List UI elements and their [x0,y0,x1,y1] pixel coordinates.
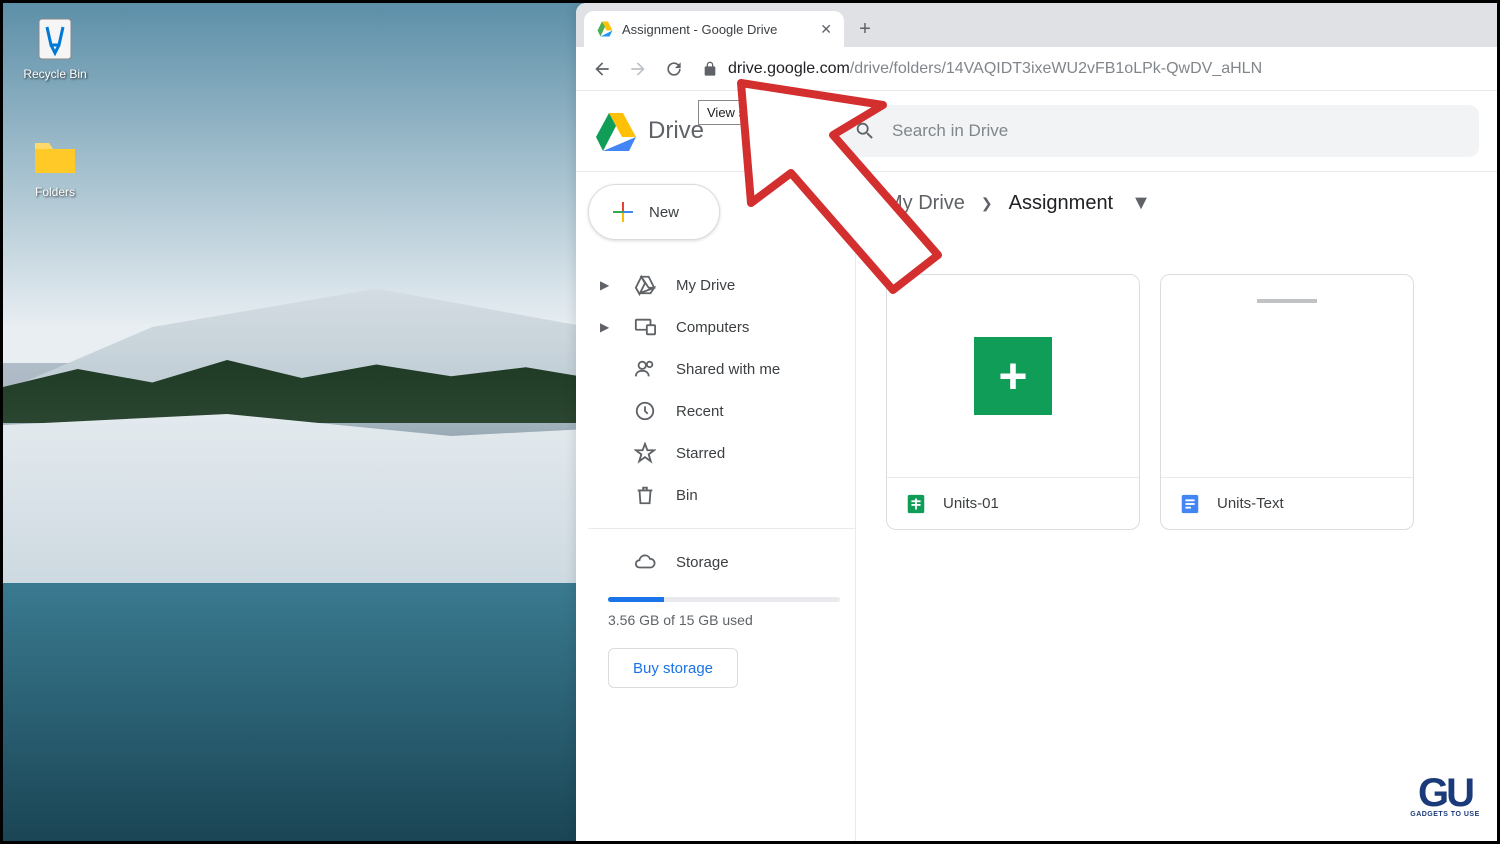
url-input[interactable]: drive.google.com/drive/folders/14VAQIDT3… [702,60,1487,78]
sidebar-item-label: Storage [676,554,729,571]
url-domain: drive.google.com [728,60,850,78]
content-area: My Drive ❯ Assignment ▼ Files + Units-01 [856,172,1497,841]
arrow-left-icon [592,59,612,79]
expand-icon[interactable]: ▶ [600,320,614,334]
drive-product-name: Drive [648,117,704,145]
drive-icon [634,274,656,296]
sidebar-item-label: Bin [676,487,698,504]
sidebar-item-storage[interactable]: Storage [588,541,855,583]
browser-tab[interactable]: Assignment - Google Drive ✕ [584,11,844,47]
file-preview: + [887,275,1139,477]
star-icon [634,442,656,464]
new-tab-button[interactable]: + [844,11,886,47]
desktop-icon-label: Folders [35,185,75,199]
computers-icon [634,316,656,338]
sidebar-item-label: My Drive [676,277,735,294]
file-card[interactable]: + Units-01 [886,274,1140,530]
buy-storage-button[interactable]: Buy storage [608,648,738,688]
chevron-right-icon: ❯ [981,195,993,212]
people-icon [634,358,656,380]
file-name: Units-Text [1217,495,1284,512]
reload-icon [664,59,684,79]
close-tab-icon[interactable]: ✕ [820,21,832,38]
file-card[interactable]: Units-Text [1160,274,1414,530]
drive-favicon-icon [596,20,614,38]
cloud-icon [634,551,656,573]
search-icon [854,120,876,142]
sheets-icon [905,493,927,515]
sidebar: New ▶ My Drive ▶ Computers Shared with m… [576,172,856,841]
sidebar-item-label: Starred [676,445,725,462]
watermark-sub: GADGETS TO USE [1410,811,1480,818]
expand-icon[interactable]: ▶ [600,278,614,292]
files-section-label: Files [886,239,1467,256]
file-name: Units-01 [943,495,999,512]
sidebar-divider [588,528,855,529]
plus-icon [611,200,635,224]
sidebar-item-label: Recent [676,403,724,420]
sidebar-item-label: Shared with me [676,361,780,378]
storage-progress-bar [608,597,840,602]
recycle-bin-icon [31,15,79,63]
docs-preview-placeholder [1257,299,1317,303]
sheets-preview-icon: + [974,337,1052,415]
clock-icon [634,400,656,422]
breadcrumb-current[interactable]: Assignment [1009,192,1114,215]
tab-strip: Assignment - Google Drive ✕ + [576,3,1497,47]
search-placeholder: Search in Drive [892,121,1008,141]
back-button[interactable] [586,53,618,85]
sidebar-item-computers[interactable]: ▶ Computers [588,306,855,348]
tab-title: Assignment - Google Drive [622,22,777,37]
sidebar-item-starred[interactable]: Starred [588,432,855,474]
file-preview [1161,275,1413,477]
desktop-icon-recycle-bin[interactable]: Recycle Bin [15,15,95,81]
url-path: /drive/folders/14VAQIDT3ixeWU2vFB1oLPk-Q… [850,60,1262,78]
folder-icon [31,133,79,181]
desktop-icon-label: Recycle Bin [23,67,86,81]
site-info-tooltip: View site information [698,100,836,125]
forward-button [622,53,654,85]
dropdown-icon[interactable]: ▼ [1131,192,1151,215]
drive-logo-icon[interactable] [594,111,638,151]
docs-icon [1179,493,1201,515]
browser-window: Assignment - Google Drive ✕ + drive.goog… [576,3,1497,841]
lock-icon[interactable] [702,61,718,77]
sidebar-item-shared[interactable]: Shared with me [588,348,855,390]
arrow-right-icon [628,59,648,79]
new-button[interactable]: New [588,184,720,240]
reload-button[interactable] [658,53,690,85]
search-input[interactable]: Search in Drive [836,105,1479,157]
watermark-brand: GU [1418,775,1472,811]
breadcrumb-root[interactable]: My Drive [886,192,965,215]
storage-usage-text: 3.56 GB of 15 GB used [608,612,855,628]
trash-icon [634,484,656,506]
sidebar-item-label: Computers [676,319,749,336]
address-bar: drive.google.com/drive/folders/14VAQIDT3… [576,47,1497,91]
sidebar-item-bin[interactable]: Bin [588,474,855,516]
desktop-icon-folders[interactable]: Folders [15,133,95,199]
new-button-label: New [649,204,679,221]
sidebar-item-recent[interactable]: Recent [588,390,855,432]
watermark: GU GADGETS TO USE [1405,775,1485,833]
sidebar-item-my-drive[interactable]: ▶ My Drive [588,264,855,306]
breadcrumb: My Drive ❯ Assignment ▼ [886,192,1467,215]
